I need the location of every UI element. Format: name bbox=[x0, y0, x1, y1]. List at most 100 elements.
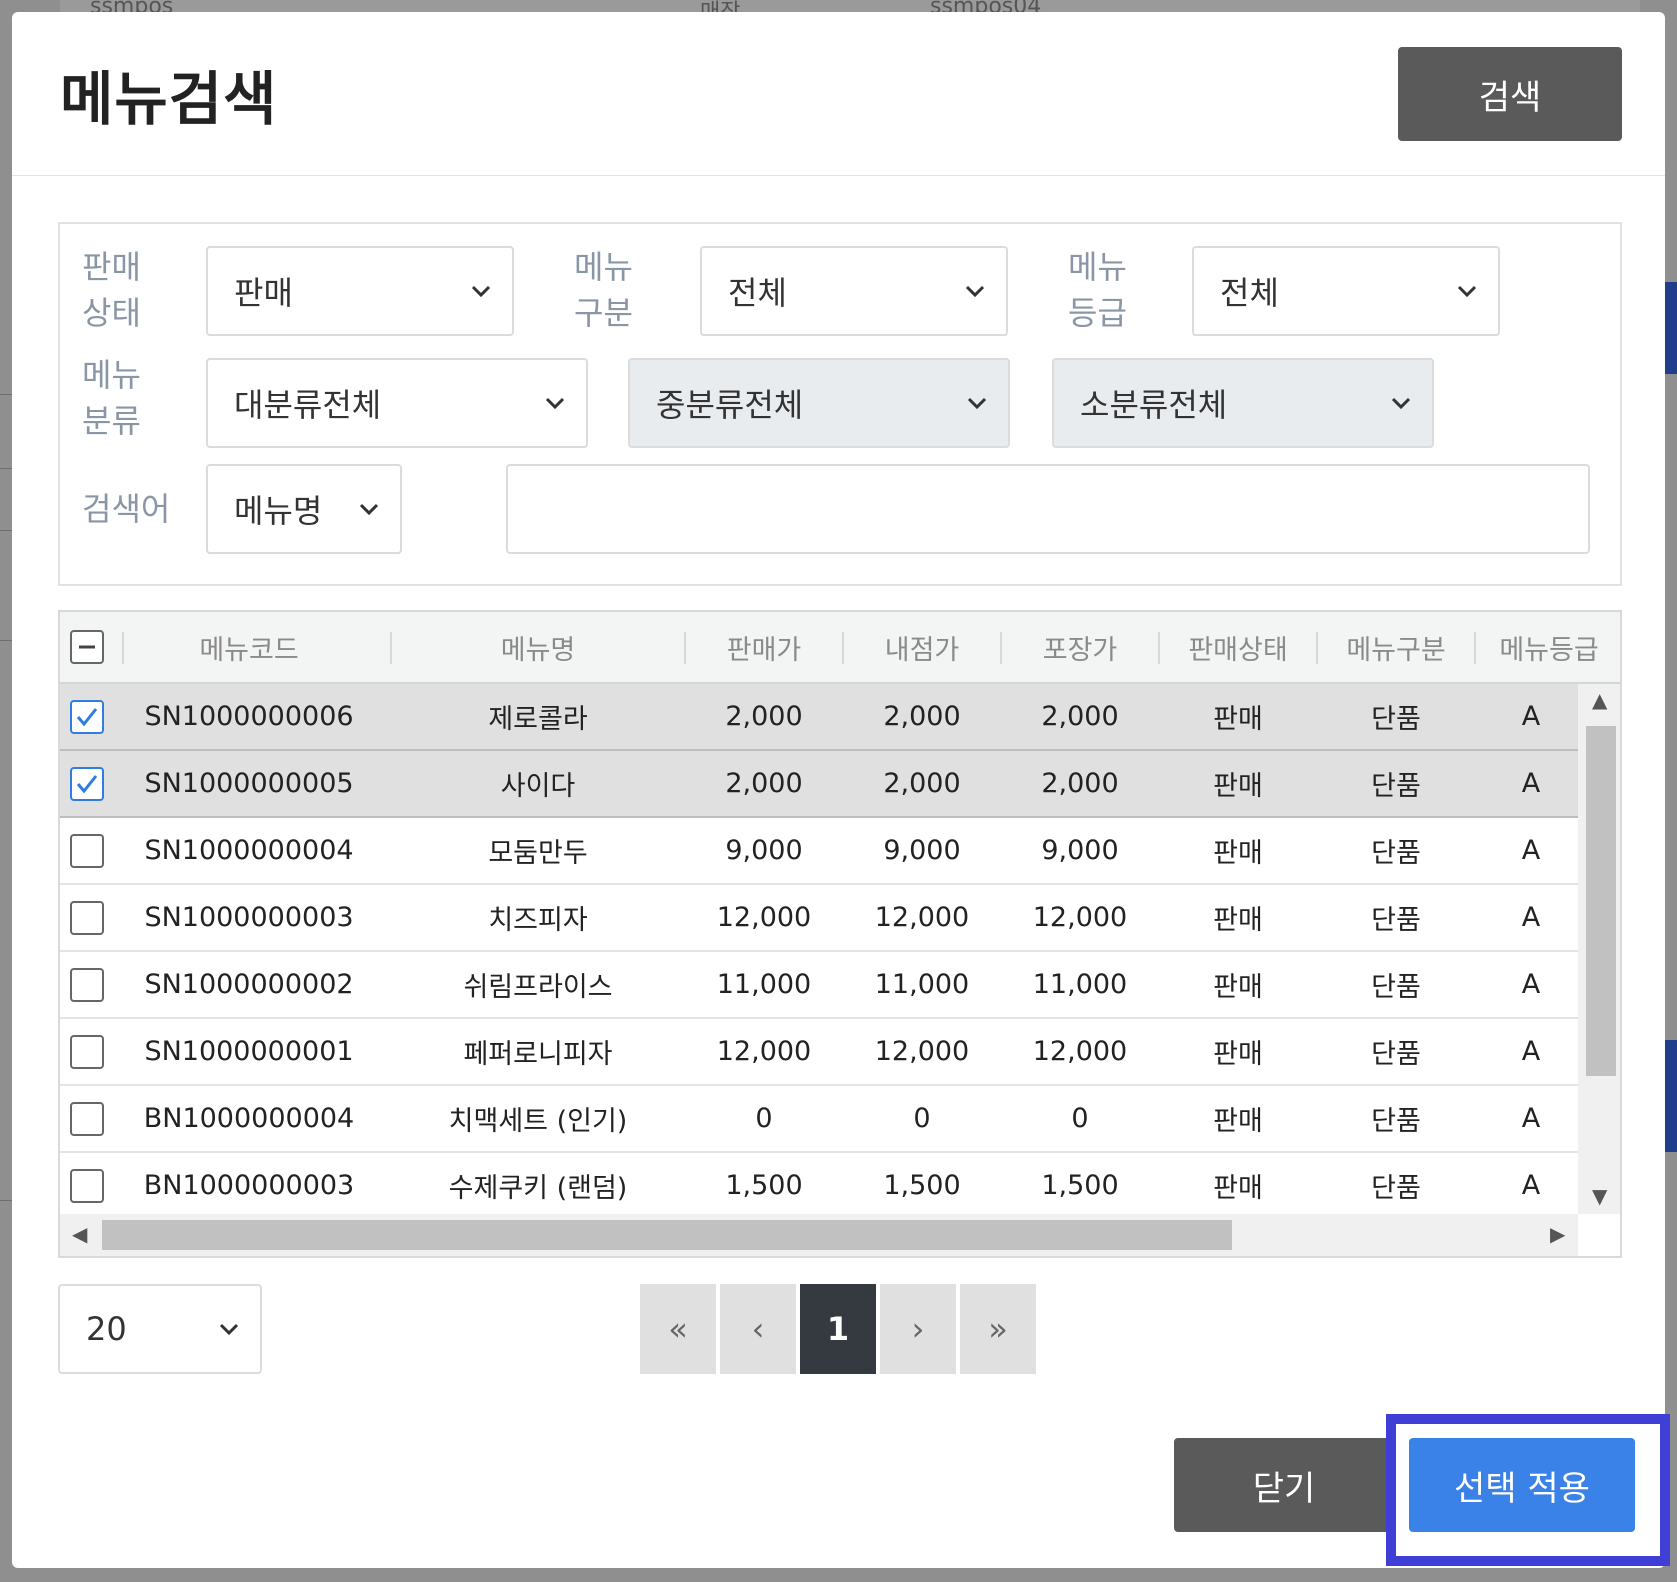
horizontal-scrollbar[interactable]: ◀ ▶ bbox=[60, 1214, 1578, 1256]
cell-sale-price: 1,500 bbox=[725, 1170, 803, 1201]
cell-sale-status: 판매 bbox=[1213, 1173, 1263, 1204]
vertical-scroll-thumb[interactable] bbox=[1586, 726, 1616, 1076]
page-size-select[interactable]: 20 bbox=[58, 1284, 262, 1374]
chevron-down-icon bbox=[471, 285, 491, 298]
row-checkbox[interactable] bbox=[70, 968, 104, 1002]
table-row[interactable]: SN1000000003 치즈피자 12,000 12,000 12,000 판매 단품 A bbox=[60, 885, 1578, 952]
row-checkbox[interactable] bbox=[70, 834, 104, 868]
cell-menu-code: SN1000000005 bbox=[144, 768, 354, 799]
table-row[interactable]: SN1000000006 제로콜라 2,000 2,000 2,000 판매 단품 A bbox=[60, 684, 1578, 751]
background-divider bbox=[0, 394, 12, 395]
keyword-input[interactable] bbox=[506, 464, 1590, 554]
header-menu-code[interactable]: 메뉴코드 bbox=[124, 612, 374, 682]
cell-menu-grade: A bbox=[1521, 902, 1541, 933]
close-button[interactable]: 닫기 bbox=[1174, 1438, 1394, 1532]
row-checkbox[interactable] bbox=[70, 1102, 104, 1136]
header-pack-price[interactable]: 포장가 bbox=[1002, 612, 1158, 682]
row-checkbox[interactable] bbox=[70, 1169, 104, 1203]
cell-menu-type: 단품 bbox=[1371, 838, 1421, 869]
header-dine-price[interactable]: 내점가 bbox=[844, 612, 1000, 682]
scroll-right-icon[interactable]: ▶ bbox=[1550, 1222, 1565, 1246]
header-menu-name[interactable]: 메뉴명 bbox=[392, 612, 684, 682]
chevron-down-icon bbox=[545, 397, 565, 410]
row-checkbox[interactable] bbox=[70, 767, 104, 801]
apply-selection-button[interactable]: 선택 적용 bbox=[1409, 1438, 1635, 1532]
menu-category-label: 메뉴 분류 bbox=[82, 356, 141, 440]
table-row[interactable]: SN1000000005 사이다 2,000 2,000 2,000 판매 단품 A bbox=[60, 751, 1578, 818]
cell-menu-type: 단품 bbox=[1371, 1106, 1421, 1137]
header-sale-price[interactable]: 판매가 bbox=[686, 612, 842, 682]
horizontal-scroll-thumb[interactable] bbox=[102, 1220, 1232, 1250]
cell-menu-code: BN1000000003 bbox=[143, 1170, 355, 1201]
cell-menu-grade: A bbox=[1521, 1036, 1541, 1067]
cell-dine-price: 0 bbox=[913, 1103, 931, 1134]
cell-menu-type: 단품 bbox=[1371, 905, 1421, 936]
table-row[interactable]: SN1000000004 모둠만두 9,000 9,000 9,000 판매 단품 A bbox=[60, 818, 1578, 885]
large-category-select[interactable]: 대분류전체 bbox=[206, 358, 588, 448]
small-category-select[interactable]: 소분류전체 bbox=[1052, 358, 1434, 448]
header-menu-grade[interactable]: 메뉴등급 bbox=[1476, 612, 1620, 682]
header-menu-type[interactable]: 메뉴구분 bbox=[1318, 612, 1474, 682]
cell-pack-price: 2,000 bbox=[1041, 701, 1119, 732]
page-1-button[interactable]: 1 bbox=[800, 1284, 876, 1374]
select-all-checkbox[interactable] bbox=[70, 630, 104, 664]
table-row[interactable]: BN1000000003 수제쿠키 (랜덤) 1,500 1,500 1,500 판매 단품… bbox=[60, 1153, 1578, 1214]
cell-menu-grade: A bbox=[1521, 768, 1541, 799]
cell-pack-price: 12,000 bbox=[1032, 1036, 1128, 1067]
grid-header: 메뉴코드 메뉴명 판매가 내점가 포장가 판매상태 메뉴구분 메뉴등급 bbox=[60, 612, 1620, 684]
row-checkbox[interactable] bbox=[70, 1035, 104, 1069]
sale-status-select[interactable]: 판매 bbox=[206, 246, 514, 336]
keyword-field-select[interactable]: 메뉴명 bbox=[206, 464, 402, 554]
menu-grade-select[interactable]: 전체 bbox=[1192, 246, 1500, 336]
next-page-button[interactable]: › bbox=[880, 1284, 956, 1374]
cell-menu-type: 단품 bbox=[1371, 1173, 1421, 1204]
cell-dine-price: 12,000 bbox=[874, 1036, 970, 1067]
small-category-value: 소분류전체 bbox=[1080, 386, 1228, 424]
prev-page-button[interactable]: ‹ bbox=[720, 1284, 796, 1374]
background-accent-bar bbox=[1665, 1040, 1677, 1152]
cell-menu-name: 모둠만두 bbox=[488, 838, 588, 869]
filter-panel: 판매 상태 판매 메뉴 구분 전체 메뉴 등급 전체 메뉴 분류 대분류전체 중… bbox=[58, 222, 1622, 586]
last-page-button[interactable]: » bbox=[960, 1284, 1036, 1374]
cell-pack-price: 2,000 bbox=[1041, 768, 1119, 799]
scroll-up-icon[interactable]: ▲ bbox=[1592, 688, 1607, 712]
cell-menu-name: 치맥세트 (인기) bbox=[448, 1106, 628, 1137]
search-button[interactable]: 검색 bbox=[1398, 47, 1622, 141]
menu-type-label: 메뉴 구분 bbox=[574, 248, 633, 332]
cell-sale-status: 판매 bbox=[1213, 905, 1263, 936]
table-row[interactable]: SN1000000001 페퍼로니피자 12,000 12,000 12,000 판매 단품… bbox=[60, 1019, 1578, 1086]
medium-category-select[interactable]: 중분류전체 bbox=[628, 358, 1010, 448]
cell-menu-type: 단품 bbox=[1371, 1039, 1421, 1070]
header-sale-status[interactable]: 판매상태 bbox=[1160, 612, 1316, 682]
cell-menu-name: 쉬림프라이스 bbox=[463, 972, 613, 1003]
row-checkbox[interactable] bbox=[70, 700, 104, 734]
vertical-scrollbar[interactable]: ▲ ▼ bbox=[1578, 684, 1620, 1214]
grid-body: SN1000000006 제로콜라 2,000 2,000 2,000 판매 단품 A SN10… bbox=[60, 684, 1578, 1214]
cell-menu-name: 제로콜라 bbox=[488, 704, 588, 735]
keyword-field-value: 메뉴명 bbox=[234, 492, 323, 530]
table-row[interactable]: SN1000000002 쉬림프라이스 11,000 11,000 11,000 판매 단품… bbox=[60, 952, 1578, 1019]
cell-menu-grade: A bbox=[1521, 835, 1541, 866]
chevron-down-icon bbox=[965, 285, 985, 298]
menu-grade-label: 메뉴 등급 bbox=[1068, 248, 1127, 332]
background-divider bbox=[0, 530, 12, 531]
cell-pack-price: 0 bbox=[1071, 1103, 1089, 1134]
modal-header: 메뉴검색 검색 bbox=[12, 12, 1665, 176]
cell-sale-price: 9,000 bbox=[725, 835, 803, 866]
cell-menu-code: SN1000000006 bbox=[144, 701, 354, 732]
cell-menu-type: 단품 bbox=[1371, 972, 1421, 1003]
medium-category-value: 중분류전체 bbox=[656, 386, 804, 424]
table-row[interactable]: BN1000000004 치맥세트 (인기) 0 0 0 판매 단품 A bbox=[60, 1086, 1578, 1153]
cell-sale-status: 판매 bbox=[1213, 972, 1263, 1003]
row-checkbox[interactable] bbox=[70, 901, 104, 935]
scroll-left-icon[interactable]: ◀ bbox=[72, 1222, 87, 1246]
menu-type-select[interactable]: 전체 bbox=[700, 246, 1008, 336]
cell-menu-grade: A bbox=[1521, 701, 1541, 732]
cell-dine-price: 11,000 bbox=[874, 969, 970, 1000]
scroll-down-icon[interactable]: ▼ bbox=[1592, 1184, 1607, 1208]
cell-menu-grade: A bbox=[1521, 1170, 1541, 1201]
first-page-button[interactable]: « bbox=[640, 1284, 716, 1374]
cell-menu-name: 페퍼로니피자 bbox=[463, 1039, 613, 1070]
cell-sale-price: 2,000 bbox=[725, 701, 803, 732]
cell-sale-price: 0 bbox=[755, 1103, 773, 1134]
